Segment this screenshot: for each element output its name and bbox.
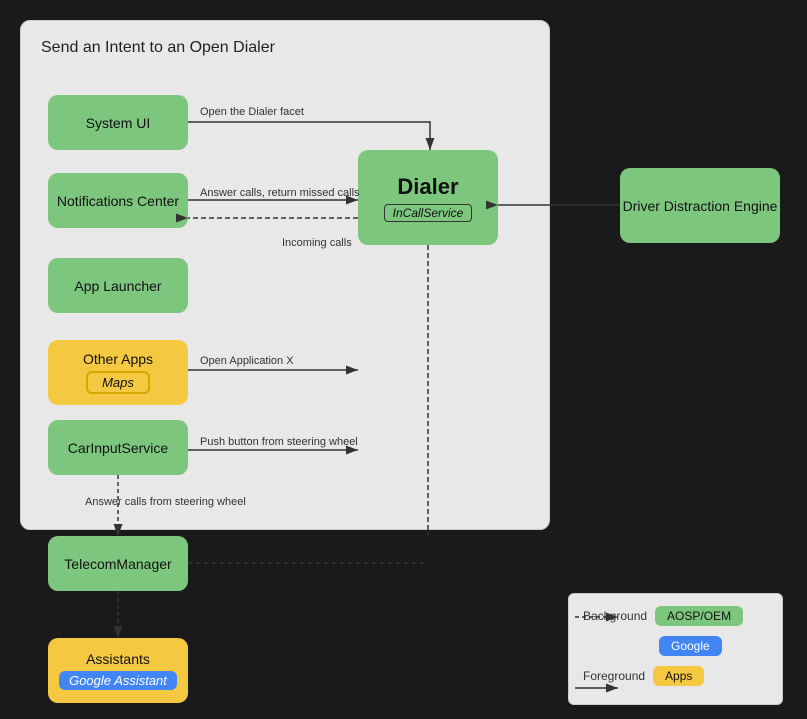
car-input-box: CarInputService	[48, 420, 188, 475]
apps-label: Apps	[653, 666, 704, 686]
open-dialer-label: Open the Dialer facet	[200, 106, 304, 118]
google-label: Google	[659, 636, 722, 656]
notifications-center-box: Notifications Center	[48, 173, 188, 228]
other-apps-box: Other Apps Maps	[48, 340, 188, 405]
answer-calls-label: Answer calls, return missed calls	[200, 187, 360, 199]
legend-google-row: Google	[659, 636, 722, 656]
maps-inner-label: Maps	[86, 371, 150, 394]
aosp-oem-label: AOSP/OEM	[655, 606, 743, 626]
diagram-title: Send an Intent to an Open Dialer	[41, 39, 275, 57]
incall-service-label: InCallService	[384, 204, 473, 222]
answer-steering-label: Answer calls from steering wheel	[85, 496, 246, 508]
legend-foreground-row: Foreground Apps	[579, 666, 704, 686]
telecom-box: TelecomManager	[48, 536, 188, 591]
foreground-label: Foreground	[583, 669, 645, 683]
legend-box: Background AOSP/OEM Google Foreground Ap…	[568, 593, 783, 705]
dialer-box: Dialer InCallService	[358, 150, 498, 245]
assistants-box: Assistants Google Assistant	[48, 638, 188, 703]
push-button-label: Push button from steering wheel	[200, 436, 358, 448]
background-label: Background	[583, 609, 647, 623]
open-app-label: Open Application X	[200, 355, 294, 367]
incoming-calls-label: Incoming calls	[282, 237, 352, 249]
system-ui-box: System UI	[48, 95, 188, 150]
app-launcher-box: App Launcher	[48, 258, 188, 313]
legend-background-row: Background AOSP/OEM	[579, 606, 743, 626]
google-assistant-label: Google Assistant	[59, 671, 177, 690]
driver-distraction-box: Driver Distraction Engine	[620, 168, 780, 243]
